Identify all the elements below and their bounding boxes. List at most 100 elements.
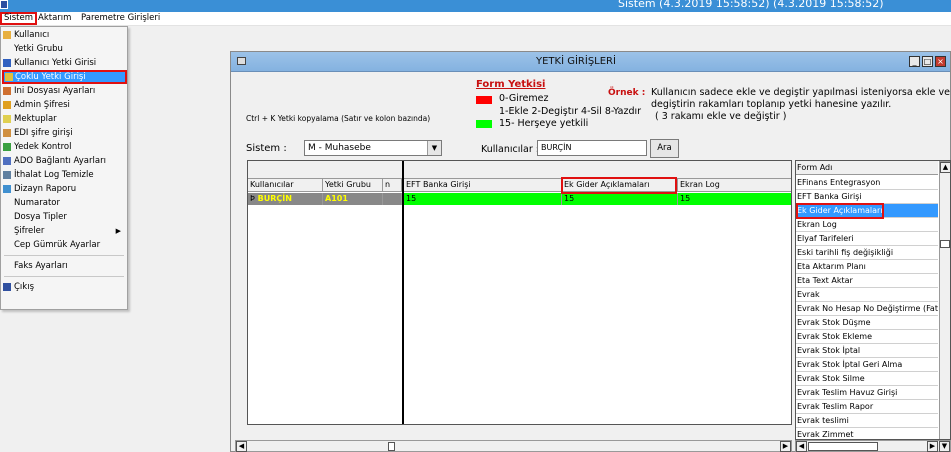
cell-n[interactable] <box>383 193 402 205</box>
form-list-item[interactable]: Evrak Zimmet <box>796 428 938 439</box>
menu-item-label: İthalat Log Temizle <box>14 170 94 180</box>
form-list[interactable]: Form Adı EFinans Entegrasyon EFT Banka G… <box>795 160 951 440</box>
menu-item-ini-dosyasi[interactable]: Ini Dosyası Ayarları <box>2 84 127 98</box>
menu-item-yedek-kontrol[interactable]: Yedek Kontrol <box>2 140 127 154</box>
app-icon <box>0 0 8 9</box>
menu-item-label: ADO Bağlantı Ayarları <box>14 156 106 166</box>
ornek-line-2: degiştirin rakamları toplanıp yetki hane… <box>651 99 892 110</box>
menu-item-mektuplar[interactable]: Mektuplar <box>2 112 127 126</box>
menu-item-label: Kullanıcı Yetki Girisi <box>14 58 97 68</box>
menu-parametre-girisleri[interactable]: Paremetre Girişleri <box>79 13 162 25</box>
menu-item-admin-sifresi[interactable]: Admin Şifresi <box>2 98 127 112</box>
grid-hscrollbar[interactable]: ◀ ▶ <box>235 440 792 452</box>
chevron-down-icon[interactable]: ▼ <box>427 141 441 155</box>
menu-item-label: Cep Gümrük Ayarlar <box>14 240 101 250</box>
menu-item-edi-sifre[interactable]: EDI şifre girişi <box>2 126 127 140</box>
col-header-yetki-grubu[interactable]: Yetki Grubu <box>323 179 383 192</box>
menu-item-kullanici-yetki-girisi[interactable]: Kullanıcı Yetki Girisi <box>2 56 127 70</box>
scroll-left-icon[interactable]: ◀ <box>796 441 807 452</box>
menu-item-dizayn-raporu[interactable]: Dizayn Raporu <box>2 182 127 196</box>
form-list-item[interactable]: EFinans Entegrasyon <box>796 176 938 190</box>
col-header-ekran-log[interactable]: Ekran Log <box>678 179 791 192</box>
form-list-item[interactable]: Evrak Stok Ekleme <box>796 330 938 344</box>
scroll-thumb[interactable] <box>940 240 950 248</box>
legend-swatch-green <box>476 120 492 128</box>
form-list-item[interactable]: Evrak <box>796 288 938 302</box>
cell-user-value: BURÇİN <box>257 194 292 203</box>
permission-grid[interactable]: Kullanıcılar Yetki Grubu n EFT Banka Gir… <box>247 160 792 425</box>
menu-item-yetki-grubu[interactable]: Yetki Grubu <box>2 42 127 56</box>
menu-item-ado-baglanti[interactable]: ADO Bağlantı Ayarları <box>2 154 127 168</box>
scroll-thumb[interactable] <box>808 442 878 451</box>
scroll-right-icon[interactable]: ▶ <box>927 441 938 452</box>
cell-user[interactable]: Þ BURÇİN <box>248 193 323 205</box>
copy-hint: Ctrl + K Yetki kopyalama (Satır ve kolon… <box>246 114 431 123</box>
menu-item-cikis[interactable]: Çıkış <box>2 280 127 294</box>
maximize-button[interactable]: □ <box>922 56 933 67</box>
form-list-vscrollbar[interactable]: ▲ <box>939 161 950 439</box>
form-list-item[interactable]: EFT Banka Girişi <box>796 190 938 204</box>
sistem-dropdown: Kullanıcı Yetki Grubu Kullanıcı Yetki Gi… <box>0 26 128 310</box>
form-list-hscrollbar[interactable]: ◀ ▶ ▼ <box>795 440 951 452</box>
minimize-button[interactable]: _ <box>909 56 920 67</box>
form-list-item[interactable]: Evrak Stok Silme <box>796 372 938 386</box>
form-list-item[interactable]: Evrak Stok İptal <box>796 344 938 358</box>
app-titlebar: Sistem (4.3.2019 15:58:52) (4.3.2019 15:… <box>0 0 951 12</box>
form-list-item[interactable]: Evrak Teslim Havuz Girişi <box>796 386 938 400</box>
exit-icon <box>3 283 11 291</box>
form-list-header[interactable]: Form Adı <box>796 161 938 175</box>
menu-item-label: Mektuplar <box>14 114 57 124</box>
cell-ek-gider-aciklamalari[interactable]: 15 <box>562 193 678 205</box>
scroll-down-icon[interactable]: ▼ <box>939 441 950 452</box>
col-header-ek-gider-aciklamalari[interactable]: Ek Gider Açıklamaları <box>562 179 678 192</box>
form-list-item[interactable]: Eta Aktarım Planı <box>796 260 938 274</box>
menu-item-label: Çıkış <box>14 282 35 292</box>
kullanicilar-input-value: BURÇİN <box>541 143 572 152</box>
log-icon <box>3 171 11 179</box>
col-header-kullanicilar[interactable]: Kullanıcılar <box>248 179 323 192</box>
menu-item-kullanici[interactable]: Kullanıcı <box>2 28 127 42</box>
col-header-eft-banka-girisi[interactable]: EFT Banka Girişi <box>404 179 562 192</box>
scroll-up-icon[interactable]: ▲ <box>940 162 950 173</box>
form-list-item[interactable]: Eski tarihli fiş değişikliği <box>796 246 938 260</box>
kullanicilar-label: Kullanıcılar : <box>481 144 539 155</box>
cell-eft-banka-girisi[interactable]: 15 <box>404 193 562 205</box>
form-list-item[interactable]: Evrak Stok İptal Geri Alma <box>796 358 938 372</box>
scroll-left-icon[interactable]: ◀ <box>236 441 247 452</box>
menu-item-numarator[interactable]: Numarator <box>2 196 127 210</box>
menu-sistem[interactable]: Sistem <box>0 12 38 25</box>
cell-yetki-grubu[interactable]: A101 <box>323 193 383 205</box>
form-list-item[interactable]: Evrak teslimi <box>796 414 938 428</box>
form-list-item[interactable]: Evrak No Hesap No Değiştirme (Fatura <box>796 302 938 316</box>
system-menu-icon[interactable] <box>237 57 246 65</box>
menu-item-faks-ayarlari[interactable]: Faks Ayarları <box>2 259 127 273</box>
menu-aktarim[interactable]: Aktarım <box>36 13 73 25</box>
form-list-item-selected[interactable]: Ek Gider Açıklamaları <box>796 204 938 218</box>
form-list-item[interactable]: Eta Text Aktar <box>796 274 938 288</box>
backup-icon <box>3 143 11 151</box>
menubar: Sistem Aktarım Paremetre Girişleri <box>0 12 951 26</box>
ara-button[interactable]: Ara <box>650 139 679 158</box>
close-button[interactable]: × <box>935 56 946 67</box>
scroll-thumb[interactable] <box>388 442 395 451</box>
report-icon <box>3 185 11 193</box>
form-yetkisi-title: Form Yetkisi <box>476 79 546 90</box>
sistem-select[interactable]: M - Muhasebe ▼ <box>304 140 442 156</box>
row-marker: Þ <box>250 194 255 203</box>
scroll-right-icon[interactable]: ▶ <box>780 441 791 452</box>
legend-herseye: 15- Herşeye yetkili <box>499 118 589 129</box>
form-list-item[interactable]: Evrak Teslim Rapor <box>796 400 938 414</box>
menu-item-cep-gumruk[interactable]: Cep Gümrük Ayarlar <box>2 238 127 252</box>
form-list-item[interactable]: Evrak Stok Düşme <box>796 316 938 330</box>
col-header-n[interactable]: n <box>383 179 402 192</box>
form-list-item[interactable]: Elyaf Tarifeleri <box>796 232 938 246</box>
menu-item-label: EDI şifre girişi <box>14 128 73 138</box>
kullanicilar-input[interactable]: BURÇİN <box>537 140 647 156</box>
key-icon <box>3 59 11 67</box>
menu-item-coklu-yetki-girisi[interactable]: Çoklu Yetki Girişi <box>2 70 127 84</box>
cell-ekran-log[interactable]: 15 <box>678 193 791 205</box>
menu-item-ithalat-log[interactable]: İthalat Log Temizle <box>2 168 127 182</box>
menu-item-dosya-tipler[interactable]: Dosya Tipler <box>2 210 127 224</box>
menu-item-sifreler[interactable]: Şifreler ▶ <box>2 224 127 238</box>
form-list-item[interactable]: Ekran Log <box>796 218 938 232</box>
